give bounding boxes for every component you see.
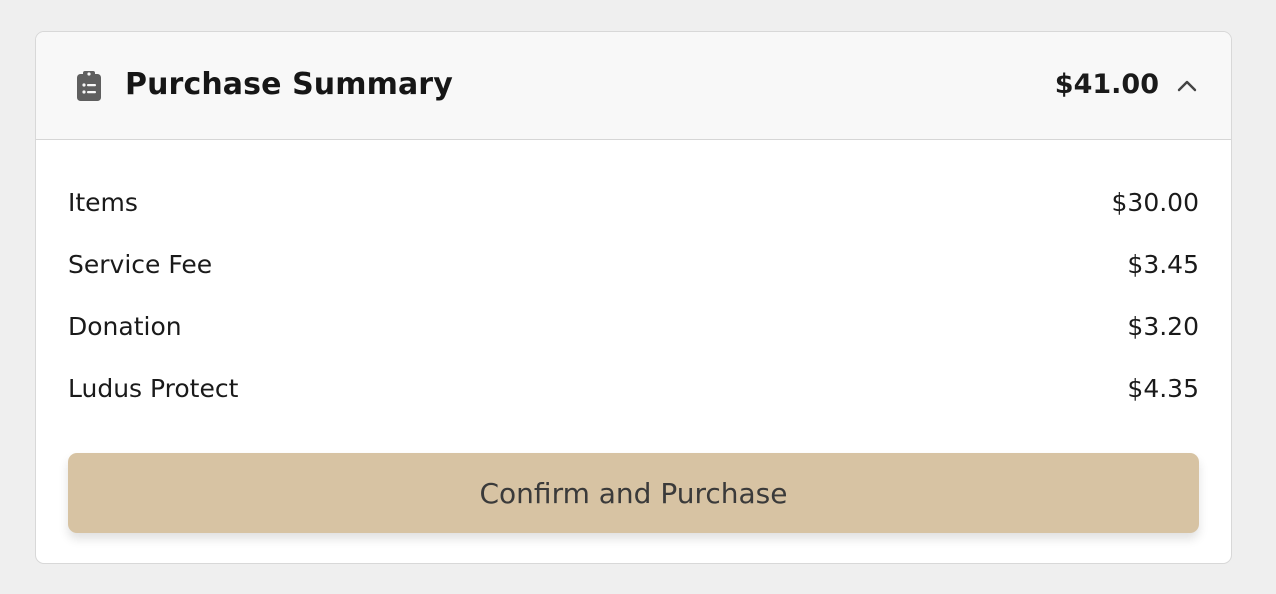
line-item-value: $3.20 bbox=[1127, 312, 1199, 341]
line-item-service-fee: Service Fee $3.45 bbox=[68, 234, 1199, 296]
chevron-up-icon[interactable] bbox=[1175, 74, 1199, 98]
line-item-value: $3.45 bbox=[1127, 250, 1199, 279]
line-item-ludus-protect: Ludus Protect $4.35 bbox=[68, 358, 1199, 420]
line-item-items: Items $30.00 bbox=[68, 172, 1199, 234]
confirm-and-purchase-button[interactable]: Confirm and Purchase bbox=[68, 453, 1199, 533]
purchase-summary-card: Purchase Summary $41.00 Items $30.00 Ser… bbox=[35, 31, 1232, 564]
line-item-label: Items bbox=[68, 188, 138, 217]
purchase-total: $41.00 bbox=[1054, 69, 1159, 100]
summary-line-items: Items $30.00 Service Fee $3.45 Donation … bbox=[68, 172, 1199, 420]
line-item-donation: Donation $3.20 bbox=[68, 296, 1199, 358]
purchase-summary-header[interactable]: Purchase Summary $41.00 bbox=[36, 32, 1231, 140]
line-item-label: Service Fee bbox=[68, 250, 213, 279]
clipboard-list-icon bbox=[77, 71, 101, 101]
line-item-value: $4.35 bbox=[1127, 374, 1199, 403]
line-item-label: Donation bbox=[68, 312, 182, 341]
purchase-summary-title: Purchase Summary bbox=[125, 67, 453, 102]
line-item-value: $30.00 bbox=[1111, 188, 1199, 217]
line-item-label: Ludus Protect bbox=[68, 374, 239, 403]
